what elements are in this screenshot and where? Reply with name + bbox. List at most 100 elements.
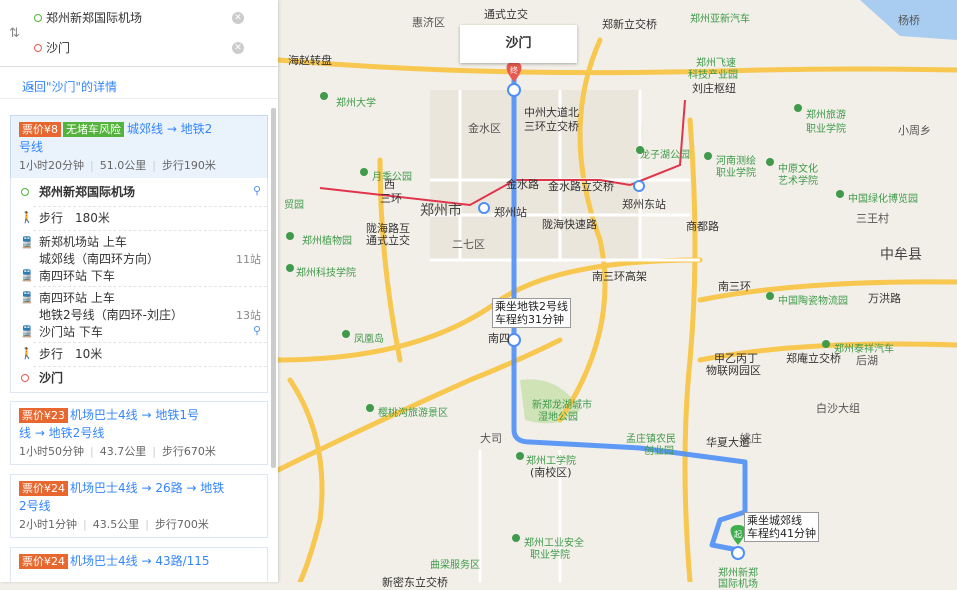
map-label: 新密东立交桥 [382,576,448,589]
map-label: 龙子湖公园 [640,150,690,161]
walk-icon: 🚶 [20,211,34,224]
train-icon: 🚆 [20,325,34,338]
destination-input[interactable]: 沙门 [46,38,248,58]
route-time: 1小时50分钟 [19,445,84,458]
map-label: 中牟县 [880,247,922,263]
map-label: 郑州大学 [336,98,376,109]
train-icon: 🚆 [20,269,34,282]
step-end: 沙门 [39,371,64,385]
route-steps: 郑州新郑国际机场 ⚲ 🚶 步行 180米 🚆 新郑机场站 上车 城郊线（南四环方… [10,178,268,393]
chevron-left-icon: ‹ [30,80,35,94]
map-label: (南校区) [530,466,572,479]
route-option-3[interactable]: 票价¥24 机场巴士4线 → 26路 → 地铁 2号线 2小时1分钟 | 43.5公里… [10,474,268,538]
map-label: 通式立交 [366,234,410,247]
map-label: 金水路 [506,178,539,191]
map-label: 小周乡 [898,124,931,137]
map-label: 杨桥 [898,14,920,27]
map-label: 金水区 [468,122,501,135]
map-label: 二七区 [452,238,485,251]
ride-info-metro-line: 乘坐地铁2号线 [495,300,568,313]
route-price: 票价¥24 [19,481,68,496]
map-label: 职业学院 [806,124,846,135]
clear-destination-icon[interactable]: ✕ [232,42,244,54]
map-label: 南三环 [718,280,751,293]
route-time: 2小时1分钟 [19,518,77,531]
scrollbar[interactable] [271,108,276,468]
route-walk: 步行700米 [154,518,209,531]
map-label: 创业园 [644,446,674,457]
location-pin-icon[interactable]: ⚲ [253,184,261,197]
route-option-4[interactable]: 票价¥24 机场巴士4线 → 43路/115 [10,547,268,582]
map-label: 郑州站 [494,206,527,219]
clear-origin-icon[interactable]: ✕ [232,12,244,24]
map-label: 三环立交桥 [524,120,579,133]
map-label: 郑新立交桥 [602,18,657,31]
ride-info-suburb-time: 车程约41分钟 [747,527,816,540]
map-label: 海赵转盘 [288,54,332,67]
map-label: 大司 [480,432,502,445]
map-label: 艺术学院 [778,176,818,187]
map-label: 科技产业园 [688,70,738,81]
ride-info-metro: 乘坐地铁2号线 车程约31分钟 [492,298,571,328]
step-line-1-stops: 11站 [236,253,261,266]
route-price: 票价¥24 [19,554,68,569]
map-label: 通式立交 [484,8,528,21]
map-label: 国际机场 [718,579,758,590]
ride-info-metro-time: 车程约31分钟 [495,313,564,326]
route-distance: 43.5公里 [92,518,140,531]
map-label: 南四 [488,332,510,345]
train-icon: 🚆 [20,291,34,304]
map-label: 商都路 [686,220,719,233]
map-label: 中国陶瓷物流园 [778,296,848,307]
route-walk: 步行670米 [161,445,216,458]
map-label: 白沙大组 [816,402,860,415]
route-time: 1小时20分钟 [19,159,84,172]
destination-popup[interactable]: 沙门 [460,25,577,63]
map-label: 中国绿化博览园 [848,194,918,205]
step-board-2: 南四环站 上车 [39,291,115,305]
map-label: 凤凰岛 [354,334,384,345]
ride-info-suburb: 乘坐城郊线 车程约41分钟 [744,512,819,542]
step-line-1[interactable]: 城郊线（南四环方向） [39,251,159,267]
ride-info-suburb-line: 乘坐城郊线 [747,514,802,527]
map-label: 郑州亚新汽车 [690,14,750,25]
route-option-1[interactable]: 票价¥8 无堵车风险 城郊线 → 地铁2 号线 1小时20分钟 | 51.0公里 | 步行1… [10,115,268,179]
route-lines: 机场巴士4线 → 43路/115 [70,554,210,568]
route-price: 票价¥23 [19,408,68,423]
map-label: 华夏大道 [706,436,750,449]
map-label: 郑庵立交桥 [786,352,841,365]
route-walk: 步行190米 [161,159,216,172]
walk-icon: 🚶 [20,347,34,360]
route-lines-cont: 线 → 地铁2号线 [19,426,105,440]
map-label: 贸园 [284,200,304,211]
map-label: 郑州科技学院 [296,268,356,279]
map-label: 三王村 [856,212,889,225]
map-label: 陇海快速路 [542,218,597,231]
location-pin-icon[interactable]: ⚲ [253,324,261,337]
map-label: 樱桃沟旅游景区 [378,408,448,419]
route-distance: 51.0公里 [99,159,147,172]
end-dot-icon [21,374,29,382]
map-label: 后湖 [856,354,878,367]
step-walk-2: 步行 10米 [39,347,103,361]
route-panel: 郑州新郑国际机场 ✕ ⇅ 沙门 ✕ ‹ 返回"沙门"的详情 票价¥8 无堵车风险城… [0,0,278,582]
step-alight-2: 沙门站 下车 [39,325,103,339]
swap-icon[interactable]: ⇅ [9,26,20,41]
step-board-1: 新郑机场站 上车 [39,235,127,249]
map-label: 南三环高架 [592,270,647,283]
route-lines: 机场巴士4线 → 地铁1号 [70,408,199,422]
step-line-2[interactable]: 地铁2号线（南四环-刘庄） [39,307,183,323]
step-line-2-stops: 13站 [236,309,261,322]
route-option-2[interactable]: 票价¥23 机场巴士4线 → 地铁1号 线 → 地铁2号线 1小时50分钟 | 43.… [10,401,268,465]
map-label: 职业学院 [716,168,756,179]
map-label: 万洪路 [868,292,901,305]
route-distance: 43.7公里 [99,445,147,458]
back-link[interactable]: ‹ 返回"沙门"的详情 [0,76,278,99]
start-dot-icon [21,188,29,196]
step-start: 郑州新郑国际机场 [39,185,136,199]
map-label: 金水路立交桥 [548,180,614,193]
map-label: 郑州市 [420,203,462,219]
search-box: 郑州新郑国际机场 ✕ ⇅ 沙门 ✕ [0,0,278,67]
map-label: 惠济区 [412,16,445,29]
origin-input[interactable]: 郑州新郑国际机场 [46,8,248,28]
